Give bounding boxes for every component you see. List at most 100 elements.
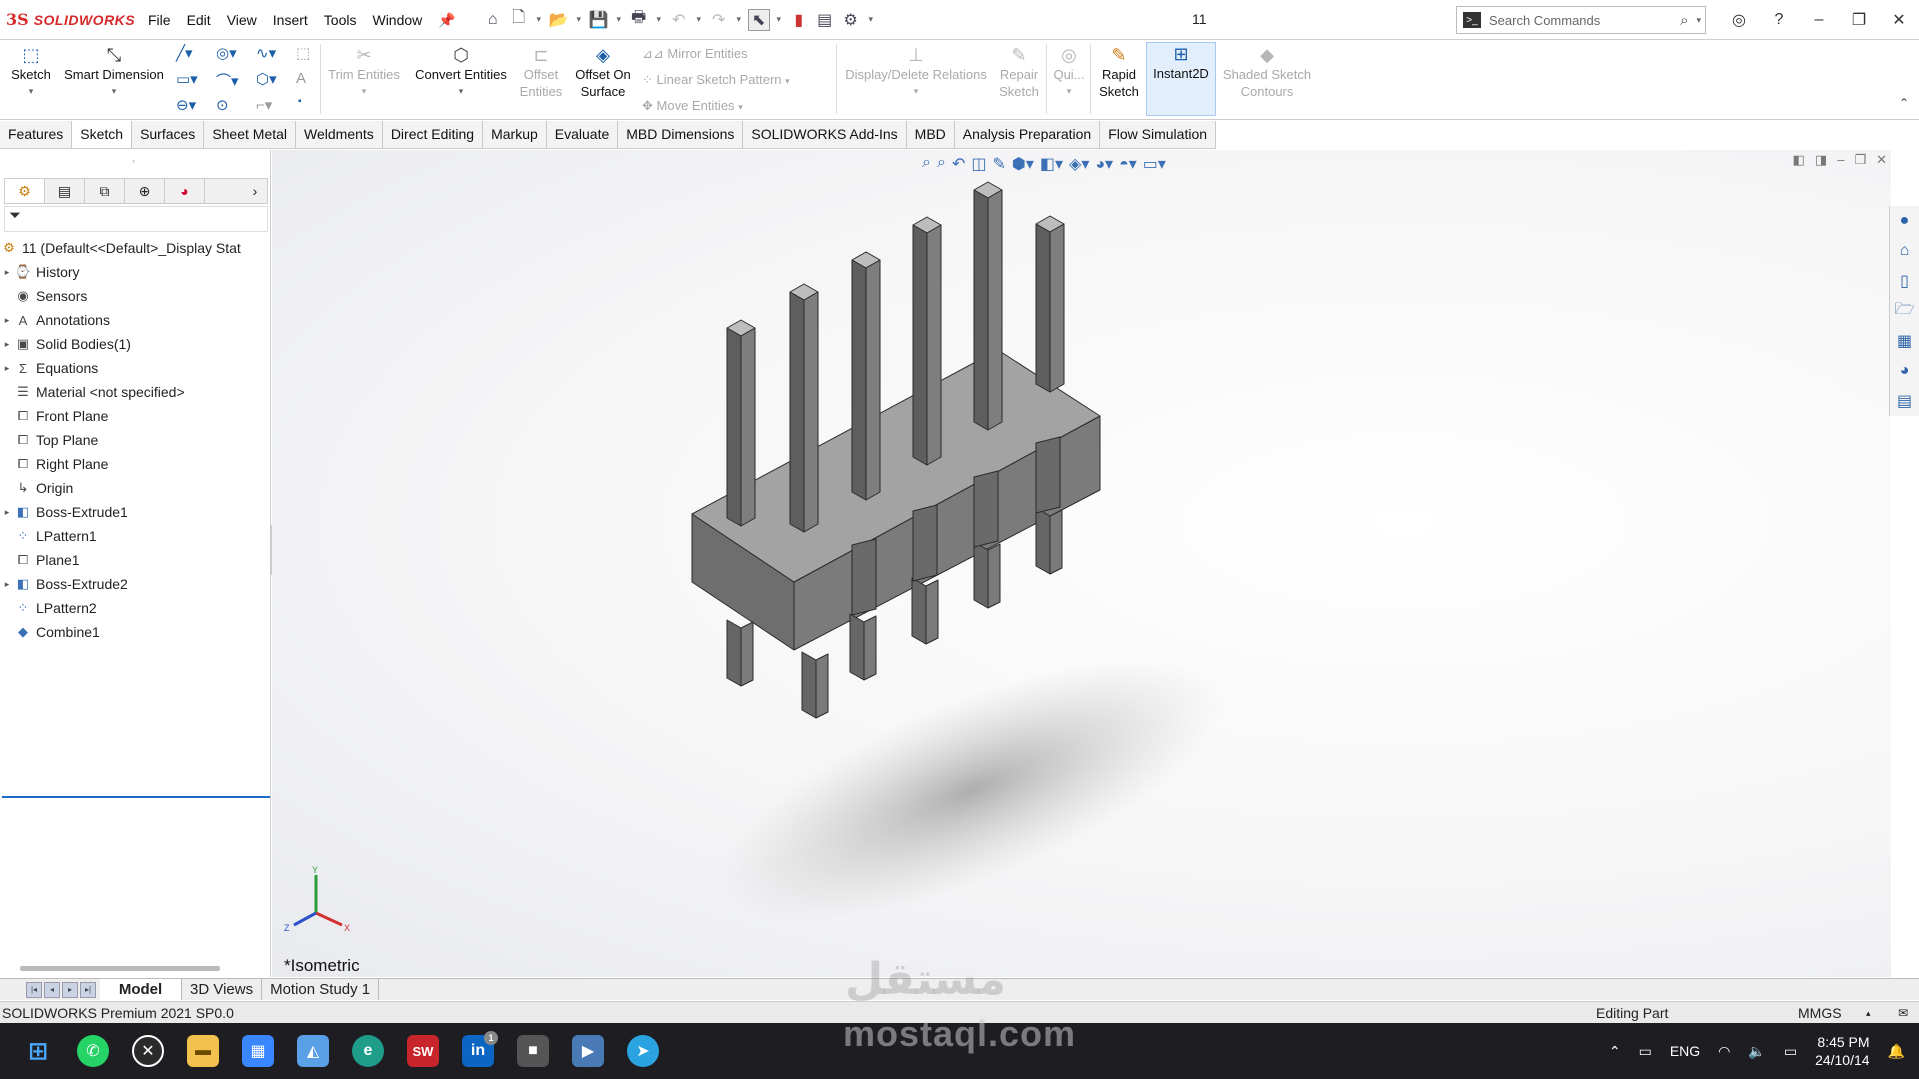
convert-entities-button[interactable]: ⬡ Convert Entities ▾	[410, 44, 512, 100]
battery-icon[interactable]: ▭	[1784, 1043, 1797, 1060]
file-properties-icon[interactable]: ▤	[814, 9, 836, 31]
new-document-icon[interactable]: 🗋	[508, 9, 530, 31]
mirror-entities-button[interactable]: ⊿⊿ Mirror Entities	[642, 46, 748, 62]
chevron-down-icon[interactable]: ▾	[1050, 83, 1088, 100]
tree-item-history[interactable]: ▸ ⌚ History	[0, 260, 271, 284]
tab-features[interactable]: Features	[0, 121, 73, 148]
tab-3d-views[interactable]: 3D Views	[182, 979, 263, 1000]
offset-on-surface-button[interactable]: ◈ Offset On Surface	[570, 44, 636, 100]
expand-arrow-icon[interactable]: ▸	[0, 267, 14, 278]
move-entities-button[interactable]: ✥ Move Entities ▾	[642, 98, 743, 114]
horizontal-scrollbar[interactable]	[20, 966, 220, 971]
windows-start-icon[interactable]: ⊞	[22, 1035, 54, 1067]
chevron-down-icon[interactable]: ▾	[614, 9, 624, 31]
tree-item-annotations[interactable]: ▸ A Annotations	[0, 308, 271, 332]
construction-geometry-icon[interactable]: ⬚	[296, 44, 310, 62]
menu-view[interactable]: View	[219, 0, 265, 40]
chevron-down-icon[interactable]: ▾	[734, 9, 744, 31]
tree-item-boss-extrude2[interactable]: ▸ ◧ Boss-Extrude2	[0, 572, 271, 596]
help-icon[interactable]: ?	[1759, 11, 1799, 29]
fillet-icon[interactable]: ⌐▾	[256, 96, 272, 114]
solidworks-resources-icon[interactable]: ●	[1890, 206, 1919, 236]
undo-icon[interactable]: ↶	[668, 9, 690, 31]
tree-item-equations[interactable]: ▸ Σ Equations	[0, 356, 271, 380]
tree-item-sensors[interactable]: ◉ Sensors	[0, 284, 271, 308]
tree-item-boss-extrude1[interactable]: ▸ ◧ Boss-Extrude1	[0, 500, 271, 524]
linear-sketch-pattern-button[interactable]: ⁘ Linear Sketch Pattern ▾	[642, 72, 790, 88]
chevron-down-icon[interactable]: ▾	[654, 9, 664, 31]
expand-arrow-icon[interactable]: ▸	[0, 339, 14, 350]
close-icon[interactable]: ✕	[1879, 10, 1919, 30]
rectangle-icon[interactable]: ▭▾	[176, 70, 198, 88]
telegram-icon[interactable]: ➤	[627, 1035, 659, 1067]
minimize-icon[interactable]: –	[1799, 11, 1839, 29]
select-arrow-icon[interactable]: ⬉	[747, 8, 770, 31]
home-icon[interactable]: ⌂	[482, 9, 504, 31]
configuration-manager-tab-icon[interactable]: ⧉	[85, 179, 125, 203]
collapse-ribbon-icon[interactable]: ⌃	[1899, 96, 1909, 110]
expand-arrow-icon[interactable]: ▸	[0, 579, 14, 590]
tree-item-top-plane[interactable]: ⧠ Top Plane	[0, 428, 271, 452]
chevron-up-icon[interactable]: ▴	[1866, 1002, 1871, 1024]
chevron-down-icon[interactable]: ▾	[866, 9, 876, 31]
display-manager-tab-icon[interactable]: ◕	[165, 179, 205, 203]
feature-tree-tab-icon[interactable]: ⚙	[5, 179, 45, 203]
tab-surfaces[interactable]: Surfaces	[132, 121, 205, 148]
rebuild-icon[interactable]: ▮	[788, 9, 810, 31]
appearances-icon[interactable]: ◕	[1890, 356, 1919, 386]
trim-entities-button[interactable]: ✂ Trim Entities ▾	[326, 44, 402, 100]
chevron-up-icon[interactable]: ⌃	[1609, 1043, 1621, 1060]
keyboard-icon[interactable]: ▭	[1639, 1043, 1652, 1060]
chevron-down-icon[interactable]: ▾	[785, 76, 790, 86]
app-window-icon[interactable]: ■	[517, 1035, 549, 1067]
tab-model[interactable]: Model	[100, 979, 182, 1000]
edge-browser-icon[interactable]: e	[352, 1035, 384, 1067]
spline-icon[interactable]: ∿▾	[256, 44, 276, 62]
polygon-icon[interactable]: ⬡▾	[256, 70, 277, 88]
chevron-down-icon[interactable]: ▾	[58, 83, 170, 100]
tree-item-front-plane[interactable]: ⧠ Front Plane	[0, 404, 271, 428]
search-icon[interactable]: ⌕	[1680, 12, 1688, 29]
design-library-icon[interactable]: ▯	[1890, 266, 1919, 296]
next-tab-icon[interactable]: ▸	[62, 981, 78, 998]
whatsapp-icon[interactable]: ✆	[77, 1035, 109, 1067]
menu-insert[interactable]: Insert	[265, 0, 316, 40]
save-icon[interactable]: 💾	[588, 9, 610, 31]
media-player-icon[interactable]: ▶	[572, 1035, 604, 1067]
tree-item-right-plane[interactable]: ⧠ Right Plane	[0, 452, 271, 476]
arc-icon[interactable]: ⌒▾	[216, 70, 239, 91]
status-units[interactable]: MMGS	[1798, 1002, 1842, 1024]
wifi-icon[interactable]: ◠	[1718, 1043, 1730, 1060]
property-manager-tab-icon[interactable]: ▤	[45, 179, 85, 203]
panel-grip-icon[interactable]: ◦	[132, 156, 135, 166]
tab-flow-simulation[interactable]: Flow Simulation	[1100, 121, 1217, 148]
tree-root-part[interactable]: ⚙ 11 (Default<<Default>_Display Stat	[0, 236, 271, 260]
chevron-down-icon[interactable]: ▾	[840, 83, 992, 100]
file-explorer-icon[interactable]: 🗁	[1890, 296, 1919, 326]
home-icon[interactable]: ⌂	[1890, 236, 1919, 266]
chevron-down-icon[interactable]: ▾	[534, 9, 544, 31]
rapid-sketch-button[interactable]: ✎ Rapid Sketch	[1094, 44, 1144, 100]
microsoft-store-icon[interactable]: ▦	[242, 1035, 274, 1067]
repair-sketch-button[interactable]: ✎ Repair Sketch	[996, 44, 1042, 100]
tree-item-material[interactable]: ☰ Material <not specified>	[0, 380, 271, 404]
sketch-button[interactable]: ⬚ Sketch ▾	[4, 44, 58, 100]
solidworks-taskbar-icon[interactable]: SW	[407, 1035, 439, 1067]
display-delete-relations-button[interactable]: ⊥ Display/Delete Relations ▾	[840, 44, 992, 100]
menu-tools[interactable]: Tools	[316, 0, 365, 40]
language-indicator[interactable]: ENG	[1670, 1043, 1700, 1059]
chevron-down-icon[interactable]: ▾	[694, 9, 704, 31]
shaded-sketch-contours-button[interactable]: ◆ Shaded Sketch Contours	[1220, 44, 1314, 100]
search-commands-box[interactable]: >_ Search Commands ⌕ ▾	[1456, 6, 1706, 34]
menu-file[interactable]: File	[140, 0, 179, 40]
chevron-down-icon[interactable]: ▾	[574, 9, 584, 31]
tree-item-plane1[interactable]: ⧠ Plane1	[0, 548, 271, 572]
user-account-icon[interactable]: ◎	[1719, 10, 1759, 30]
photos-icon[interactable]: ◭	[297, 1035, 329, 1067]
previous-tab-icon[interactable]: ◂	[44, 981, 60, 998]
pin-icon[interactable]: 📌	[430, 0, 463, 40]
tab-evaluate[interactable]: Evaluate	[547, 121, 619, 148]
graphics-area[interactable]: ⌕ ⌕ ↶ ◫ ✎ ⬢▾ ◧▾ ◈▾ ◕▾ ◓▾ ▭▾ ◧ ◨ – ❐ ✕ Y …	[272, 150, 1891, 977]
notifications-icon[interactable]: ✉	[1898, 1002, 1908, 1024]
smart-dimension-button[interactable]: ⤡ Smart Dimension ▾	[58, 44, 170, 100]
